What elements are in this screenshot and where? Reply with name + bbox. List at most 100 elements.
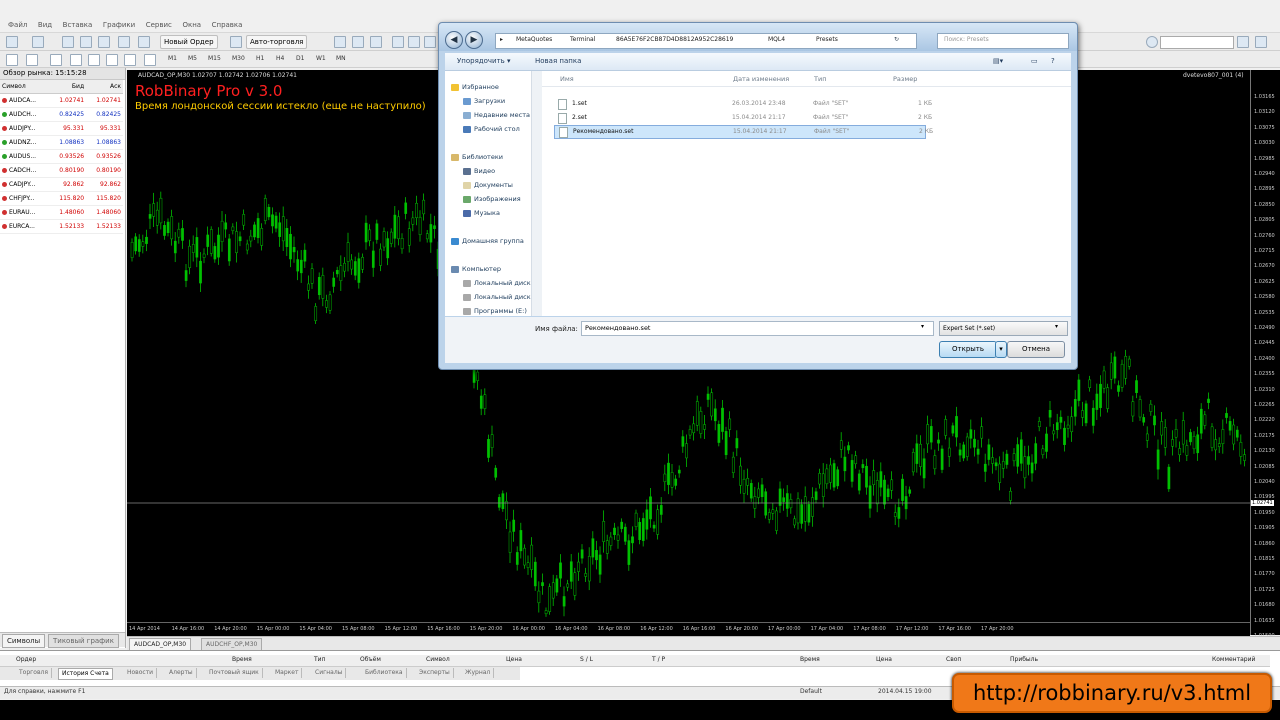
nav-recent[interactable]: Недавние места — [463, 111, 530, 119]
new-chart-icon[interactable] — [6, 36, 18, 48]
menu-insert[interactable]: Вставка — [63, 18, 93, 32]
tab-mailbox[interactable]: Почтовый ящик — [206, 668, 263, 678]
column-sl[interactable]: S / L — [580, 656, 593, 663]
toolbar-search-input[interactable] — [1160, 36, 1234, 49]
nav-downloads[interactable]: Загрузки — [463, 97, 505, 105]
market-watch-icon[interactable] — [62, 36, 74, 48]
timeframe-w1[interactable]: W1 — [316, 53, 326, 65]
nav-images[interactable]: Изображения — [463, 195, 521, 203]
nav-homegroup[interactable]: Домашняя группа — [451, 237, 524, 245]
column-open-time[interactable]: Время — [232, 656, 252, 663]
menu-help[interactable]: Справка — [212, 18, 243, 32]
bar-chart-icon[interactable] — [334, 36, 346, 48]
column-volume[interactable]: Объём — [360, 656, 381, 663]
nav-disk-c[interactable]: Локальный диск — [463, 279, 531, 287]
tab-experts[interactable]: Эксперты — [416, 668, 454, 678]
timeframe-h1[interactable]: H1 — [256, 53, 264, 65]
nav-music[interactable]: Музыка — [463, 209, 500, 217]
forward-icon[interactable]: ▶ — [465, 31, 483, 49]
data-window-icon[interactable] — [80, 36, 92, 48]
line-chart-icon[interactable] — [370, 36, 382, 48]
column-close-price[interactable]: Цена — [876, 656, 892, 663]
preview-pane-icon[interactable]: ▭ — [1031, 57, 1038, 65]
zoom-in-icon[interactable] — [392, 36, 404, 48]
column-bid[interactable]: Бид — [49, 80, 87, 94]
search-icon[interactable] — [1237, 36, 1249, 48]
tab-library[interactable]: Библиотека — [362, 668, 407, 678]
metaeditor-icon[interactable] — [230, 36, 242, 48]
market-watch-row[interactable]: CADJPY... 92.862 92.862 — [0, 177, 123, 192]
address-bar[interactable]: ▸ MetaQuotes Terminal 86A5E76F2CB87D4D88… — [495, 33, 917, 49]
help-icon[interactable] — [1146, 36, 1158, 48]
breadcrumb-terminal-id[interactable]: 86A5E76F2CB87D4D8812A952C28619 — [616, 36, 733, 43]
strategy-tester-icon[interactable] — [138, 36, 150, 48]
nav-documents[interactable]: Документы — [463, 181, 513, 189]
column-file-type[interactable]: Тип — [814, 75, 826, 83]
file-row-selected[interactable]: Рекомендовано.set 15.04.2014 21:17 Файл … — [554, 125, 933, 139]
terminal-icon[interactable] — [118, 36, 130, 48]
column-type[interactable]: Тип — [314, 656, 326, 663]
crosshair-icon[interactable] — [26, 54, 38, 66]
filetype-select[interactable]: Expert Set (*.set) — [939, 321, 1068, 336]
text-icon[interactable] — [144, 54, 156, 66]
filename-input[interactable]: Рекомендовано.set — [581, 321, 934, 336]
market-watch-row[interactable]: CADCH... 0.80190 0.80190 — [0, 163, 123, 178]
nav-computer[interactable]: Компьютер — [451, 265, 501, 273]
nav-libraries[interactable]: Библиотеки — [451, 153, 503, 161]
zoom-out-icon[interactable] — [408, 36, 420, 48]
tab-news[interactable]: Новости — [124, 668, 158, 678]
tab-alerts[interactable]: Алерты — [166, 668, 197, 678]
file-row[interactable]: 2.set 15.04.2014 21:17 Файл "SET" 2 КБ — [554, 112, 932, 124]
market-watch-row[interactable]: EURCA... 1.52133 1.52133 — [0, 219, 123, 234]
vertical-line-icon[interactable] — [50, 54, 62, 66]
market-watch-row[interactable]: CHFJPY... 115.820 115.820 — [0, 191, 123, 206]
column-profit[interactable]: Прибыль — [1010, 656, 1038, 663]
nav-video[interactable]: Видео — [463, 167, 495, 175]
column-date[interactable]: Дата изменения — [733, 75, 789, 83]
market-watch-row[interactable]: AUDCH... 0.82425 0.82425 — [0, 107, 123, 122]
view-options-icon[interactable]: ▤▾ — [993, 57, 1003, 65]
breadcrumb-mql4[interactable]: MQL4 — [768, 36, 785, 43]
candlestick-icon[interactable] — [352, 36, 364, 48]
channel-icon[interactable] — [106, 54, 118, 66]
column-symbol[interactable]: Символ — [426, 656, 450, 663]
menu-window[interactable]: Окна — [182, 18, 201, 32]
refresh-icon[interactable]: ↻ — [894, 36, 899, 43]
market-watch-row[interactable]: AUDCA... 1.02741 1.02741 — [0, 93, 123, 108]
dialog-search-input[interactable]: Поиск: Presets — [937, 33, 1069, 49]
column-size[interactable]: Размер — [893, 75, 917, 83]
column-symbol[interactable]: Символ — [0, 80, 50, 94]
new-order-button[interactable]: Новый Ордер — [160, 35, 218, 49]
cursor-icon[interactable] — [6, 54, 18, 66]
horizontal-line-icon[interactable] — [70, 54, 82, 66]
menu-file[interactable]: Файл — [8, 18, 27, 32]
tab-signals[interactable]: Сигналы — [312, 668, 347, 678]
tab-journal[interactable]: Журнал — [462, 668, 495, 678]
profiles-icon[interactable] — [32, 36, 44, 48]
file-row[interactable]: 1.set 26.03.2014 23:48 Файл "SET" 1 КБ — [554, 98, 932, 110]
menu-charts[interactable]: Графики — [103, 18, 135, 32]
filename-dropdown-icon[interactable]: ▾ — [921, 323, 924, 330]
new-folder-button[interactable]: Новая папка — [535, 57, 581, 65]
fibonacci-icon[interactable] — [124, 54, 136, 66]
column-price[interactable]: Цена — [506, 656, 522, 663]
column-close-time[interactable]: Время — [800, 656, 820, 663]
menu-tools[interactable]: Сервис — [146, 18, 172, 32]
back-icon[interactable]: ◀ — [445, 31, 463, 49]
navigation-scrollbar[interactable] — [531, 71, 542, 316]
organize-button[interactable]: Упорядочить ▾ — [457, 57, 511, 65]
column-tp[interactable]: T / P — [652, 656, 665, 663]
market-watch-row[interactable]: EURAU... 1.48060 1.48060 — [0, 205, 123, 220]
filetype-dropdown-icon[interactable]: ▾ — [1055, 323, 1058, 330]
timeframe-d1[interactable]: D1 — [296, 53, 304, 65]
column-comment[interactable]: Комментарий — [1212, 656, 1255, 663]
tile-windows-icon[interactable] — [424, 36, 436, 48]
tab-tick-chart[interactable]: Тиковый график — [48, 634, 119, 648]
menu-view[interactable]: Вид — [38, 18, 52, 32]
market-watch-row[interactable]: AUDNZ... 1.08863 1.08863 — [0, 135, 123, 150]
column-name[interactable]: Имя — [560, 75, 574, 83]
market-watch-row[interactable]: AUDJPY... 95.331 95.331 — [0, 121, 123, 136]
open-options-icon[interactable]: ▾ — [995, 341, 1007, 358]
trendline-icon[interactable] — [88, 54, 100, 66]
open-button[interactable]: Открыть — [939, 341, 997, 358]
